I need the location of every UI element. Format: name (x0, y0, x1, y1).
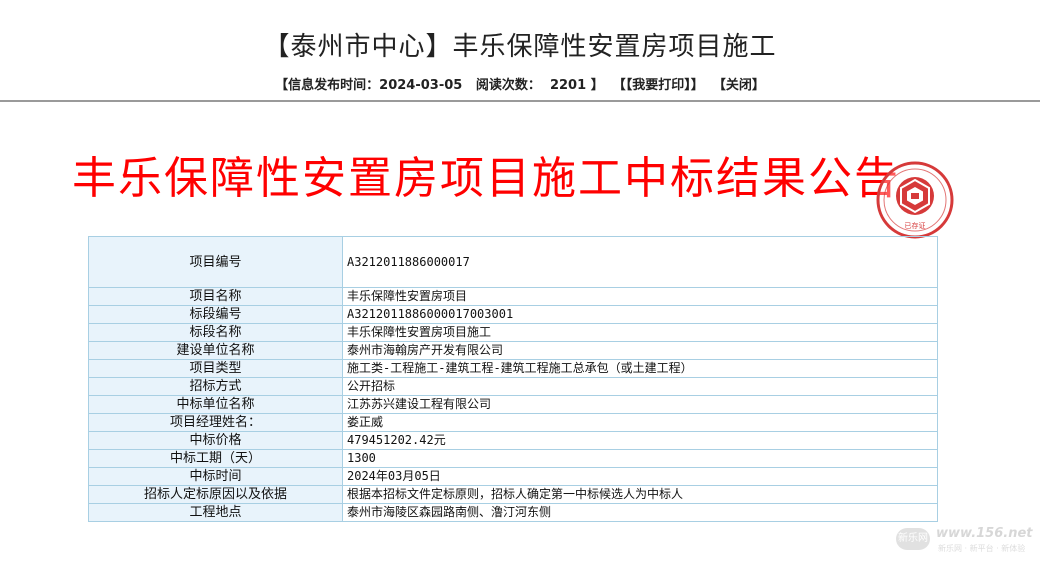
row-value: 娄正威 (342, 413, 938, 432)
row-value: 丰乐保障性安置房项目施工 (342, 323, 938, 342)
table-row: 建设单位名称 泰州市海翰房产开发有限公司 (88, 341, 938, 360)
table-row: 中标价格 479451202.42元 (88, 431, 938, 450)
row-value: 施工类-工程施工-建筑工程-建筑工程施工总承包（或土建工程） (342, 359, 938, 378)
award-info-table: 项目编号 A3212011886000017 项目名称 丰乐保障性安置房项目 标段编号 A… (88, 236, 938, 522)
print-link[interactable]: 【【我要打印】】 (613, 78, 704, 93)
table-row: 标段编号 A3212011886000017003001 (88, 305, 938, 324)
views-label: 阅读次数： (475, 78, 541, 93)
row-label: 项目类型 (88, 359, 343, 378)
page-title: 【泰州市中心】丰乐保障性安置房项目施工 (263, 32, 777, 62)
table-row: 招标方式 公开招标 (88, 377, 938, 396)
row-value: 479451202.42元 (342, 431, 938, 450)
header-divider (0, 100, 1040, 102)
row-label: 工程地点 (88, 503, 343, 522)
row-label: 项目编号 (88, 236, 343, 288)
row-value: 江苏苏兴建设工程有限公司 (342, 395, 938, 414)
row-value: 根据本招标文件定标原则，招标人确定第一中标候选人为中标人 (342, 485, 938, 504)
watermark-site: www.156.net (936, 526, 1033, 541)
notice-title: 丰乐保障性安置房项目施工中标结果公告 (72, 153, 900, 204)
row-value: 泰州市海陵区森园路南侧、澛汀河东侧 (342, 503, 938, 522)
row-label: 中标工期（天） (88, 449, 343, 468)
publish-date: 2024-03-05 (379, 78, 463, 93)
stamp-label: 已存证 (905, 221, 926, 230)
watermark-badge: 新乐网 (896, 528, 930, 550)
row-label: 中标单位名称 (88, 395, 343, 414)
row-label: 中标时间 (88, 467, 343, 486)
watermark-slogan: 新乐网 · 新平台 · 新体验 (938, 544, 1026, 553)
meta-line: 【信息发布时间：2024-03-05 阅读次数： 2201 】 【【我要打印】】… (0, 74, 1040, 93)
row-value: 丰乐保障性安置房项目 (342, 287, 938, 306)
views-close: 】 (590, 78, 604, 93)
table-row: 工程地点 泰州市海陵区森园路南侧、澛汀河东侧 (88, 503, 938, 522)
row-label: 标段名称 (88, 323, 343, 342)
row-value: 公开招标 (342, 377, 938, 396)
table-row: 项目类型 施工类-工程施工-建筑工程-建筑工程施工总承包（或土建工程） (88, 359, 938, 378)
table-row: 中标工期（天） 1300 (88, 449, 938, 468)
table-row: 中标单位名称 江苏苏兴建设工程有限公司 (88, 395, 938, 414)
row-label: 项目经理姓名： (88, 413, 343, 432)
page: 【泰州市中心】丰乐保障性安置房项目施工 【信息发布时间：2024-03-05 阅… (0, 0, 1040, 565)
row-label: 中标价格 (88, 431, 343, 450)
row-label: 标段编号 (88, 305, 343, 324)
publish-label: 【信息发布时间： (275, 78, 380, 93)
close-link[interactable]: 【关闭】 (713, 78, 765, 93)
row-value: 泰州市海翰房产开发有限公司 (342, 341, 938, 360)
row-label: 建设单位名称 (88, 341, 343, 360)
seal-stamp-icon: 已存证 (876, 161, 954, 239)
row-label: 招标人定标原因以及依据 (88, 485, 343, 504)
row-label: 招标方式 (88, 377, 343, 396)
table-row: 标段名称 丰乐保障性安置房项目施工 (88, 323, 938, 342)
table-row: 项目编号 A3212011886000017 (88, 236, 938, 288)
table-row: 项目经理姓名： 娄正威 (88, 413, 938, 432)
row-value: 2024年03月05日 (342, 467, 938, 486)
row-value: A3212011886000017003001 (342, 305, 938, 324)
row-value: A3212011886000017 (342, 236, 938, 288)
table-row: 中标时间 2024年03月05日 (88, 467, 938, 486)
table-row: 项目名称 丰乐保障性安置房项目 (88, 287, 938, 306)
views-count: 2201 (549, 78, 587, 93)
row-label: 项目名称 (88, 287, 343, 306)
table-row: 招标人定标原因以及依据 根据本招标文件定标原则，招标人确定第一中标候选人为中标人 (88, 485, 938, 504)
site-watermark: 新乐网 www.156.net 新乐网 · 新平台 · 新体验 (896, 524, 1036, 556)
row-value: 1300 (342, 449, 938, 468)
